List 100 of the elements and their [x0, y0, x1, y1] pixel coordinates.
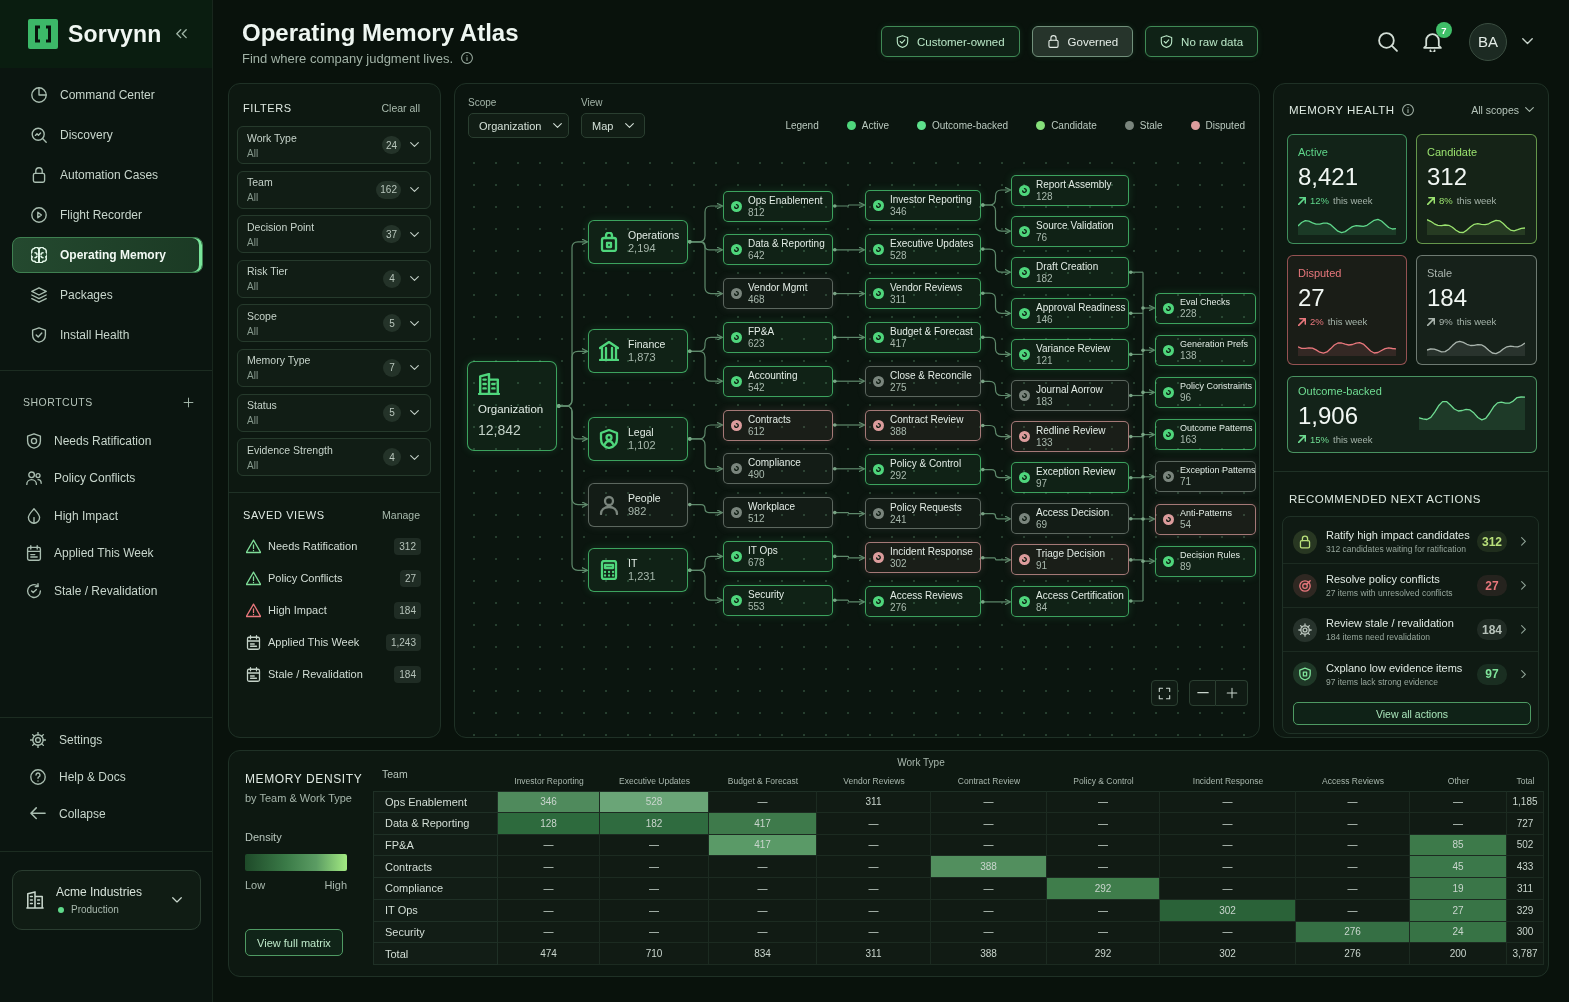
filter-dropdown[interactable]: Decision Point All 37 — [237, 215, 431, 254]
map-node[interactable]: Investor Reporting 346 — [865, 190, 981, 221]
account-menu-button[interactable] — [1520, 36, 1535, 47]
shortcut-item[interactable]: High Impact — [12, 497, 203, 535]
map-node[interactable]: Approval Readiness 146 — [1011, 298, 1129, 329]
nav-item[interactable]: Operating Memory — [12, 237, 203, 273]
map-node[interactable]: Policy Constraints 96 — [1155, 377, 1256, 408]
table-cell: 528 — [600, 791, 709, 813]
map-node[interactable]: Compliance 490 — [723, 453, 833, 484]
map-node[interactable]: Contract Review 388 — [865, 410, 981, 441]
map-node[interactable]: Redline Review 133 — [1011, 421, 1129, 452]
scope-dropdown[interactable]: Organization — [468, 113, 569, 138]
map-node[interactable]: Ops Enablement 812 — [723, 191, 833, 222]
nav-item[interactable]: Command Center — [12, 75, 203, 115]
map-node[interactable]: Report Assembly 128 — [1011, 175, 1129, 206]
trust-chip[interactable]: No raw data — [1145, 26, 1259, 57]
map-node[interactable]: Workplace 512 — [723, 497, 833, 528]
table-cell: 417 — [709, 812, 817, 835]
clear-all-link[interactable]: Clear all — [381, 102, 420, 114]
fit-view-button[interactable] — [1151, 680, 1178, 706]
section-title: FILTERS — [243, 102, 292, 114]
trust-chip[interactable]: Customer-owned — [881, 26, 1020, 57]
add-shortcut-button[interactable] — [181, 394, 196, 410]
avatar[interactable]: BA — [1469, 22, 1507, 61]
filter-dropdown[interactable]: Evidence Strength All 4 — [237, 438, 431, 477]
nav-item[interactable]: Discovery — [12, 115, 203, 155]
map-node[interactable]: IT Ops 678 — [723, 541, 833, 572]
filter-dropdown[interactable]: Memory Type All 7 — [237, 348, 431, 387]
action-item[interactable]: Resolve policy conflicts 27 items with unresolved conflicts 27 — [1283, 564, 1538, 608]
map-node[interactable]: Data & Reporting 642 — [723, 234, 833, 265]
action-item[interactable]: Review stale / revalidation 184 items need revalidation 184 — [1283, 608, 1538, 652]
map-node[interactable]: Organization 12,842 — [467, 361, 557, 451]
trust-chip[interactable]: Governed — [1031, 26, 1134, 57]
map-node[interactable]: Outcome Patterns 163 — [1155, 419, 1256, 450]
scope-dropdown[interactable]: All scopes — [1471, 104, 1534, 116]
map-node[interactable]: Decision Rules 89 — [1155, 546, 1256, 577]
saved-view-item[interactable]: High Impact 184 — [229, 594, 440, 627]
shortcut-item[interactable]: Needs Ratification — [12, 422, 203, 460]
map-node[interactable]: Executive Updates 528 — [865, 234, 981, 265]
view-full-matrix-button[interactable]: View full matrix — [245, 929, 343, 956]
shortcut-item[interactable]: Stale / Revalidation — [12, 572, 203, 610]
map-node[interactable]: Operations 2,194 — [588, 220, 688, 264]
map-node[interactable]: Exception Review 97 — [1011, 462, 1129, 493]
nav-item[interactable]: Packages — [12, 275, 203, 315]
map-node[interactable]: FP&A 623 — [723, 322, 833, 353]
action-item[interactable]: Cxplano low evidence items 97 items lack strong evidence 97 — [1283, 652, 1538, 696]
manage-link[interactable]: Manage — [382, 509, 420, 522]
view-dropdown[interactable]: Map — [581, 113, 646, 138]
map-node[interactable]: Journal Aorrow 183 — [1011, 380, 1129, 411]
nav-item[interactable]: Automation Cases — [12, 155, 203, 195]
map-node[interactable]: Vendor Mgmt 468 — [723, 278, 833, 309]
action-item[interactable]: Ratify high impact candidates 312 candidates waiting for ratification 312 — [1283, 520, 1538, 564]
map-node[interactable]: IT 1,231 — [588, 548, 688, 592]
map-node[interactable]: Generation Prefs 138 — [1155, 335, 1256, 366]
map-node[interactable]: Vendor Reviews 311 — [865, 278, 981, 309]
nav-item[interactable]: Flight Recorder — [12, 195, 203, 235]
filter-dropdown[interactable]: Status All 5 — [237, 393, 431, 432]
saved-view-item[interactable]: Stale / Revalidation 184 — [229, 658, 440, 691]
map-node[interactable]: People 982 — [588, 483, 688, 527]
table-cell: — — [1410, 812, 1507, 835]
map-node[interactable]: Exception Patterns 71 — [1155, 461, 1256, 492]
map-node[interactable]: Policy Requests 241 — [865, 498, 981, 529]
zoom-in-button[interactable] — [1216, 680, 1248, 706]
workspace-switcher[interactable]: Acme Industries Production — [12, 870, 201, 930]
map-node[interactable]: Access Decision 69 — [1011, 503, 1129, 534]
saved-view-item[interactable]: Applied This Week 1,243 — [229, 626, 440, 659]
nav-item[interactable]: Install Health — [12, 315, 203, 355]
map-node[interactable]: Draft Creation 182 — [1011, 257, 1129, 288]
footer-nav-item[interactable]: Settings — [12, 721, 203, 758]
filter-dropdown[interactable]: Work Type All 24 — [237, 126, 431, 164]
map-node[interactable]: Access Certification 84 — [1011, 586, 1129, 617]
map-node[interactable]: Triage Decision 91 — [1011, 544, 1129, 575]
view-all-actions-button[interactable]: View all actions — [1293, 702, 1531, 725]
shortcut-item[interactable]: Policy Conflicts — [12, 459, 203, 497]
map-node[interactable]: Incident Response 302 — [865, 542, 981, 573]
map-node[interactable]: Budget & Forecast 417 — [865, 322, 981, 353]
filter-dropdown[interactable]: Scope All 5 — [237, 304, 431, 343]
filter-dropdown[interactable]: Team All 162 — [237, 170, 431, 209]
map-node[interactable]: Eval Checks 228 — [1155, 293, 1256, 324]
map-node[interactable]: Policy & Control 292 — [865, 454, 981, 485]
map-node[interactable]: Access Reviews 276 — [865, 586, 981, 617]
map-node[interactable]: Finance 1,873 — [588, 329, 688, 373]
map-node[interactable]: Contracts 612 — [723, 410, 833, 441]
filter-dropdown[interactable]: Risk Tier All 4 — [237, 259, 431, 298]
footer-nav-item[interactable]: Help & Docs — [12, 758, 203, 795]
chevron-down-icon — [410, 187, 419, 193]
map-node[interactable]: Accounting 542 — [723, 366, 833, 397]
map-node[interactable]: Anti-Patterns 54 — [1155, 504, 1256, 535]
fullscreen-icon — [1158, 686, 1171, 700]
saved-view-item[interactable]: Needs Ratification 312 — [229, 530, 440, 563]
saved-view-item[interactable]: Policy Conflicts 27 — [229, 562, 440, 595]
map-node[interactable]: Legal 1,102 — [588, 417, 688, 461]
map-node[interactable]: Security 553 — [723, 585, 833, 616]
search-button[interactable] — [1377, 31, 1398, 52]
map-node[interactable]: Variance Review 121 — [1011, 339, 1129, 370]
map-node[interactable]: Close & Reconcile 275 — [865, 366, 981, 397]
shortcut-item[interactable]: Applied This Week — [12, 534, 203, 572]
map-node[interactable]: Source Validation 76 — [1011, 216, 1129, 247]
legend-label: Candidate — [1051, 120, 1097, 131]
footer-nav-item[interactable]: Collapse — [12, 795, 203, 832]
